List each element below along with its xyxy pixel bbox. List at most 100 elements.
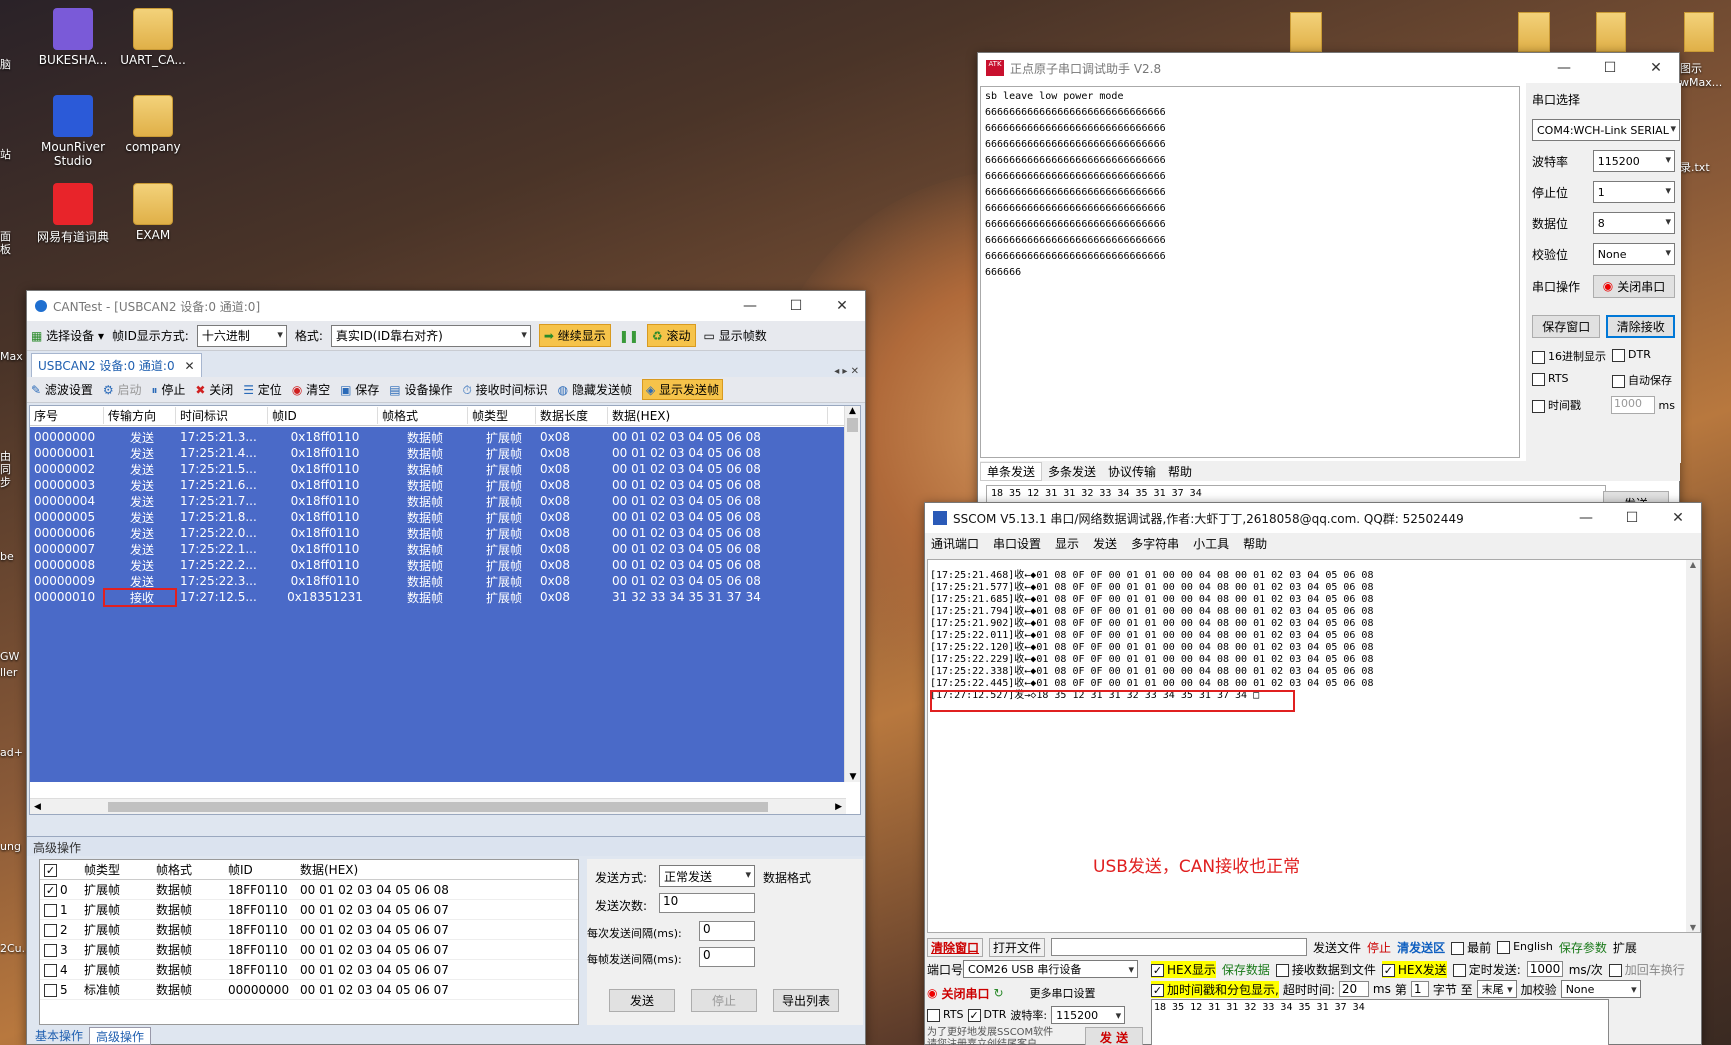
table-row[interactable]: 00000008 发送 17:25:22.2... 0x18ff0110 数据帧 扩展帧 0…	[30, 557, 846, 573]
column-header[interactable]: 帧格式	[152, 861, 224, 878]
send-list-row[interactable]: 4 扩展帧 数据帧 18FF0110 00 01 02 03 04 05 06 07	[40, 960, 578, 980]
rts-checkbox[interactable]: RTS	[1532, 372, 1612, 388]
toolbar-button-10[interactable]: ◈ 显示发送帧	[641, 379, 724, 400]
rts-checkbox[interactable]: RTS	[927, 1008, 964, 1022]
minimize-icon[interactable]: —	[1541, 60, 1587, 76]
export-list-button[interactable]: 导出列表	[773, 989, 839, 1012]
sscom-receive-area[interactable]: [17:25:21.468]收←◆01 08 0F 0F 00 01 01 00…	[927, 559, 1701, 933]
maximize-icon[interactable]: ☐	[1587, 60, 1633, 76]
toolbar-button-3[interactable]: ✖ 关闭	[195, 381, 233, 398]
add-crlf-checkbox[interactable]: 加回车换行	[1608, 961, 1685, 978]
row-checkbox[interactable]	[44, 903, 57, 917]
minimize-icon[interactable]: —	[1563, 510, 1609, 526]
menu-item[interactable]: 通讯端口	[931, 537, 979, 551]
tab-nav-icon[interactable]: ◂ ▸ ✕	[834, 366, 859, 377]
timestamp-checkbox[interactable]: 时间戳	[1532, 397, 1611, 413]
toolbar-button-5[interactable]: ◉ 清空	[292, 381, 330, 398]
tab-multi-send[interactable]: 多条发送	[1042, 463, 1102, 480]
close-port-button[interactable]: 关闭串口	[941, 985, 989, 1002]
maximize-icon[interactable]: ☐	[1609, 510, 1655, 526]
desktop-icon[interactable]: MounRiver Studio	[30, 95, 116, 168]
close-icon[interactable]: ✕	[1633, 60, 1679, 76]
send-list-row[interactable]: 5 标准帧 数据帧 00000000 00 01 02 03 04 05 06 07	[40, 980, 578, 1000]
timed-send-checkbox[interactable]: 定时发送:	[1452, 961, 1521, 978]
column-header[interactable]: 时间标识	[176, 407, 268, 424]
menu-item[interactable]: 显示	[1055, 537, 1079, 551]
select-all-checkbox[interactable]: ✓	[40, 863, 80, 877]
clear-send-button[interactable]: 清发送区	[1397, 939, 1445, 956]
column-header[interactable]: 帧类型	[80, 861, 152, 878]
send-list-row[interactable]: 1 扩展帧 数据帧 18FF0110 00 01 02 03 04 05 06 07	[40, 900, 578, 920]
file-path-input[interactable]	[1051, 938, 1308, 956]
desktop-icon[interactable]: EXAM	[110, 183, 196, 242]
table-row[interactable]: 00000005 发送 17:25:21.8... 0x18ff0110 数据帧 扩展帧 0…	[30, 509, 846, 525]
save-data-button[interactable]: 保存数据	[1222, 961, 1270, 978]
open-file-button[interactable]: 打开文件	[989, 937, 1046, 957]
hex-display-checkbox[interactable]: 16进制显示	[1532, 348, 1612, 364]
timestamp-input[interactable]: 1000	[1611, 396, 1655, 414]
toolbar-button-8[interactable]: ⏱ 接收时间标识	[462, 381, 547, 398]
table-row[interactable]: 00000003 发送 17:25:21.6... 0x18ff0110 数据帧 扩展帧 0…	[30, 477, 846, 493]
send-list-row[interactable]: 3 扩展帧 数据帧 18FF0110 00 01 02 03 04 05 06 07	[40, 940, 578, 960]
column-header[interactable]: 数据(HEX)	[608, 407, 828, 424]
tab-advanced-ops[interactable]: 高级操作	[89, 1027, 152, 1045]
desktop-icon[interactable]: BUKESHA...	[30, 8, 116, 67]
table-row[interactable]: 00000001 发送 17:25:21.4... 0x18ff0110 数据帧 扩展帧 0…	[30, 445, 846, 461]
table-row[interactable]: 00000006 发送 17:25:22.0... 0x18ff0110 数据帧 扩展帧 0…	[30, 525, 846, 541]
desktop-folder-icon[interactable]	[1684, 12, 1714, 52]
port-select[interactable]: COM26 USB 串行设备	[963, 960, 1139, 978]
toolbar-button-7[interactable]: ▤ 设备操作	[389, 381, 452, 398]
interval-input[interactable]: 0	[699, 921, 755, 941]
recv-to-file-checkbox[interactable]: 接收数据到文件	[1275, 961, 1376, 978]
send-list-row[interactable]: ✓ 0 扩展帧 数据帧 18FF0110 00 01 02 03 04 05 06 08	[40, 880, 578, 900]
row-checkbox[interactable]	[44, 963, 57, 977]
byte-to-select[interactable]: 末尾	[1476, 980, 1517, 998]
scroll-button[interactable]: ♻ 滚动	[646, 324, 696, 347]
column-header[interactable]: 帧格式	[378, 407, 468, 424]
desktop-icon[interactable]: 网易有道词典	[30, 183, 116, 245]
sscom-send-button[interactable]: 发 送	[1085, 1027, 1143, 1045]
table-row[interactable]: 00000000 发送 17:25:21.3... 0x18ff0110 数据帧 扩展帧 0…	[30, 429, 846, 445]
maximize-icon[interactable]: ☐	[773, 298, 819, 314]
table-row[interactable]: 00000004 发送 17:25:21.7... 0x18ff0110 数据帧 扩展帧 0…	[30, 493, 846, 509]
timeout-input[interactable]: 20	[1338, 981, 1369, 997]
desktop-icon[interactable]: UART_CA...	[110, 8, 196, 67]
dtr-checkbox[interactable]: ✓ DTR	[967, 1008, 1006, 1022]
send-count-input[interactable]: 10	[659, 893, 755, 913]
stop-bits-select[interactable]: 1	[1592, 181, 1675, 203]
desktop-folder-icon[interactable]	[1596, 12, 1626, 52]
close-icon[interactable]: ✕	[1655, 510, 1701, 526]
baud-select[interactable]: 115200	[1592, 150, 1675, 172]
column-header[interactable]: 数据长度	[536, 407, 608, 424]
top-checkbox[interactable]: 最前	[1451, 939, 1491, 956]
menu-item[interactable]: 小工具	[1193, 537, 1229, 551]
column-header[interactable]: 传输方向	[104, 407, 176, 424]
send-mode-select[interactable]: 正常发送	[659, 865, 755, 887]
data-bits-select[interactable]: 8	[1592, 212, 1675, 234]
auto-save-checkbox[interactable]: 自动保存	[1612, 372, 1672, 388]
column-header[interactable]: 数据(HEX)	[296, 861, 516, 878]
toolbar-button-2[interactable]: ⏸ 停止	[151, 381, 185, 398]
device-tab[interactable]: USBCAN2 设备:0 通道:0 ✕	[31, 353, 202, 377]
baud-select[interactable]: 115200	[1051, 1006, 1126, 1024]
expand-button[interactable]: 扩展	[1613, 939, 1637, 956]
menu-item[interactable]: 发送	[1093, 537, 1117, 551]
format-select[interactable]: 真实ID(ID靠右对齐)	[330, 324, 531, 347]
frame-id-mode-select[interactable]: 十六进制	[196, 324, 287, 347]
column-header[interactable]: 序号	[30, 407, 104, 424]
tab-single-send[interactable]: 单条发送	[980, 461, 1043, 481]
table-row[interactable]: 00000007 发送 17:25:22.1... 0x18ff0110 数据帧 扩展帧 0…	[30, 541, 846, 557]
desktop-folder-icon[interactable]	[1518, 12, 1550, 52]
tab-help[interactable]: 帮助	[1162, 463, 1198, 480]
receive-area[interactable]: sb leave low power mode 66666666666666666…	[980, 86, 1520, 458]
close-port-button[interactable]: ◉ 关闭串口	[1592, 274, 1675, 298]
checksum-select[interactable]: None	[1560, 980, 1641, 998]
table-row[interactable]: 00000009 发送 17:25:22.3... 0x18ff0110 数据帧 扩展帧 0…	[30, 573, 846, 589]
column-header[interactable]: 帧ID	[268, 407, 378, 424]
tab-protocol[interactable]: 协议传输	[1102, 463, 1162, 480]
dtr-checkbox[interactable]: DTR	[1612, 348, 1651, 364]
table-row[interactable]: 00000002 发送 17:25:21.5... 0x18ff0110 数据帧 扩展帧 0…	[30, 461, 846, 477]
save-params-button[interactable]: 保存参数	[1559, 939, 1607, 956]
pause-icon[interactable]: ❚❚	[619, 329, 639, 343]
frame-interval-input[interactable]: 0	[699, 947, 755, 967]
